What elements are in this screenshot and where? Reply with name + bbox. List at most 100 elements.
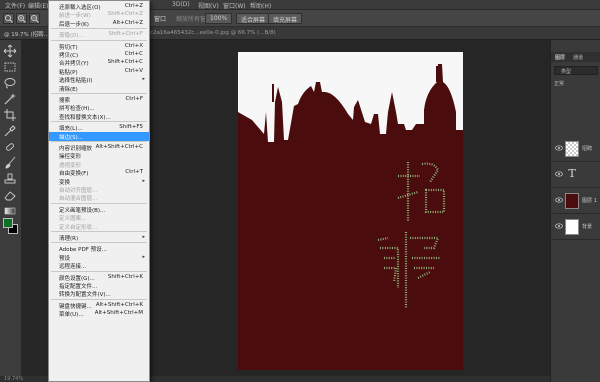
edit-menu-item[interactable]: 查找和替换文本(X)... — [49, 112, 149, 121]
menu-separator — [51, 270, 147, 272]
layer-row-zhaopin[interactable]: 招聘 — [551, 136, 600, 162]
fit-screen-button[interactable]: 适合屏幕 — [236, 13, 271, 24]
menu-item-label: 远程连接... — [59, 264, 87, 271]
menu-item-label: 渐隐(D)... — [59, 33, 84, 40]
zoom-in-icon[interactable] — [16, 13, 27, 24]
menu-item-label: 菜单(U)... — [59, 312, 84, 319]
zoom-tool-icon[interactable] — [3, 13, 14, 24]
menu-item-shortcut: Ctrl+V — [124, 67, 143, 74]
menu-window[interactable]: 窗口(W) — [223, 1, 246, 10]
fill-screen-button[interactable]: 填充屏幕 — [268, 13, 303, 24]
layer-row-background[interactable]: 背景 — [551, 214, 600, 240]
edit-menu-item[interactable]: 清除(E) — [49, 84, 149, 93]
move-tool-icon[interactable] — [3, 44, 17, 58]
status-zoom[interactable]: 19.74% — [4, 376, 23, 382]
menu-separator — [51, 231, 147, 232]
menu-separator — [51, 242, 147, 244]
edit-menu-item[interactable]: 远程连接... — [49, 261, 149, 270]
menu-item-shortcut: Alt+Shift+Ctrl+K — [95, 301, 143, 308]
menu-item-shortcut: Alt+Shift+Ctrl+C — [95, 144, 143, 150]
menu-item-shortcut: Shift+Ctrl+Z — [107, 11, 143, 18]
menu-separator — [51, 202, 147, 204]
visibility-eye-icon[interactable] — [555, 145, 563, 151]
poster-artwork — [238, 52, 463, 370]
menu-item-label: 定义自定形状... — [59, 224, 98, 231]
blend-mode-label: 正常 — [554, 81, 565, 87]
edit-menu-item[interactable]: 定义自定形状... — [49, 222, 149, 231]
menu-item-shortcut: Ctrl+C — [124, 51, 143, 57]
layers-panel-tabs: 图层 通道 — [551, 52, 600, 62]
visibility-eye-icon[interactable] — [555, 171, 563, 177]
layer-thumbnail — [565, 193, 579, 209]
submenu-arrow-icon: ▸ — [142, 76, 145, 83]
submenu-arrow-icon: ▸ — [142, 253, 145, 260]
brush-tool-icon[interactable] — [3, 156, 17, 170]
menu-3d[interactable]: 3D(D) — [172, 1, 190, 8]
gradient-tool-icon[interactable] — [3, 204, 17, 218]
tools-panel — [0, 40, 22, 382]
menu-separator — [51, 93, 147, 94]
menu-item-label: 清理(R) — [59, 236, 79, 242]
edit-menu-item[interactable]: 菜单(U)... Alt+Shift+Ctrl+M — [49, 309, 149, 318]
menu-separator — [51, 121, 147, 123]
edit-menu-item[interactable]: 渐隐(D)... Shift+Ctrl+F — [49, 30, 149, 39]
layer-name: 图层 1 — [582, 198, 597, 204]
tab-channels[interactable]: 通道 — [573, 54, 583, 61]
eyedropper-tool-icon[interactable] — [3, 124, 17, 138]
healing-brush-tool-icon[interactable] — [3, 140, 17, 154]
layer-thumbnail — [565, 141, 579, 157]
menu-item-shortcut: Shift+F5 — [119, 124, 143, 131]
layer-filter-kind[interactable]: 类型 — [554, 66, 598, 75]
visibility-eye-icon[interactable] — [555, 223, 563, 229]
menu-item-label: 自动混合图层... — [59, 196, 98, 203]
menu-help[interactable]: 帮助(H) — [250, 1, 271, 10]
foreground-color-swatch[interactable] — [3, 218, 13, 228]
zoom-out-icon[interactable] — [29, 13, 40, 24]
menu-item-shortcut: Alt+Ctrl+Z — [112, 19, 143, 26]
clone-stamp-tool-icon[interactable] — [3, 172, 17, 186]
menu-view[interactable]: 视图(V) — [198, 1, 219, 10]
edit-menu-item[interactable]: 描边(S)... — [49, 131, 149, 141]
tab-document-left[interactable]: @ 19.7% (招聘... — [4, 28, 49, 40]
menu-separator — [51, 298, 147, 300]
menu-item-shortcut: Ctrl+F — [125, 96, 143, 102]
menu-file[interactable]: 文件(F) — [5, 1, 25, 10]
menu-item-shortcut: Ctrl+X — [124, 42, 143, 49]
menu-item-shortcut: Shift+Ctrl+F — [108, 31, 143, 38]
edit-menu-item[interactable]: 后退一步(K) Alt+Ctrl+Z — [49, 19, 149, 28]
submenu-arrow-icon: ▸ — [142, 234, 145, 240]
menu-item-shortcut: Ctrl+Z — [124, 3, 143, 9]
layer-name: 背景 — [582, 224, 593, 230]
edit-menu-item[interactable]: 清理(R) ▸ — [49, 233, 149, 242]
tab-document-right[interactable]: c2a16a465432c...ee0e-0.jpg @ 66.7% (...B… — [150, 28, 276, 40]
menu-separator — [51, 28, 147, 30]
document-canvas[interactable] — [238, 52, 463, 370]
menu-item-shortcut: Shift+Ctrl+C — [107, 59, 143, 66]
eraser-tool-icon[interactable] — [3, 188, 17, 202]
blend-mode-select[interactable]: 正常 — [554, 80, 564, 87]
layer-row-image[interactable]: 图层 1 — [551, 188, 600, 214]
menu-separator — [51, 141, 147, 142]
tab-layers[interactable]: 图层 — [555, 54, 565, 61]
lasso-tool-icon[interactable] — [3, 76, 17, 90]
layers-panel: 图层 通道 类型 正常 招聘 T 图层 1 背景 — [550, 40, 600, 382]
submenu-arrow-icon: ▸ — [142, 177, 145, 184]
marquee-tool-icon[interactable] — [3, 60, 17, 74]
edit-menu-item[interactable]: 转换为配置文件(V)... — [49, 289, 149, 298]
menu-item-shortcut: Shift+Ctrl+K — [107, 273, 143, 280]
zoom-100-button[interactable]: 100% — [205, 13, 233, 24]
menu-item-label: 后退一步(K) — [59, 21, 89, 28]
edit-menu-item[interactable]: 自动混合图层... — [49, 193, 149, 202]
menu-edit[interactable]: 编辑(E) — [28, 1, 48, 10]
visibility-eye-icon[interactable] — [555, 197, 563, 203]
crop-tool-icon[interactable] — [3, 108, 17, 122]
menu-item-shortcut: Alt+Shift+Ctrl+M — [94, 310, 143, 317]
layer-row-text[interactable]: T — [551, 162, 600, 188]
text-layer-icon: T — [568, 167, 576, 180]
filter-kind-label: 类型 — [561, 69, 572, 75]
layer-name: 招聘 — [582, 146, 593, 152]
menu-item-label: 转换为配置文件(V)... — [59, 292, 111, 299]
window-label: 窗口 — [154, 16, 167, 23]
layer-thumbnail — [565, 219, 579, 235]
magic-wand-tool-icon[interactable] — [3, 92, 17, 106]
